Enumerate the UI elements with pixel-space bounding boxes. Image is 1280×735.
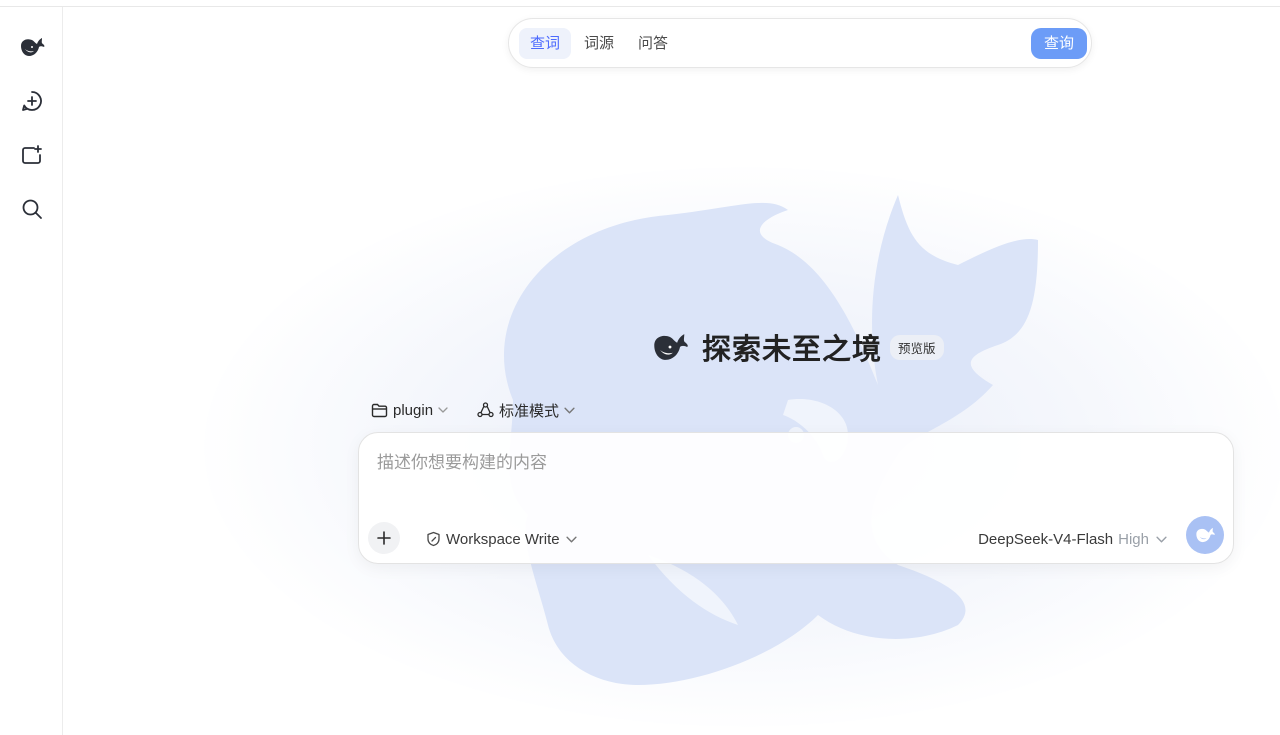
dictionary-search-button[interactable]: 查询	[1031, 28, 1087, 59]
plus-icon	[377, 531, 391, 545]
new-project-icon[interactable]	[18, 141, 46, 169]
prompt-input[interactable]	[377, 448, 1197, 478]
chevron-down-icon	[1156, 536, 1167, 542]
composer: Workspace Write DeepSeek-V4-Flash High	[358, 432, 1234, 564]
tab-etymology[interactable]: 词源	[573, 28, 625, 59]
search-icon[interactable]	[18, 195, 46, 223]
new-chat-icon[interactable]	[18, 87, 46, 115]
chevron-down-icon	[438, 407, 448, 413]
project-selector[interactable]: plugin	[371, 398, 448, 422]
folder-icon	[371, 403, 388, 417]
dictionary-bar: 查词 词源 问答 查询	[508, 18, 1092, 68]
model-selector[interactable]: DeepSeek-V4-Flash High	[978, 528, 1167, 550]
tab-qa[interactable]: 问答	[627, 28, 679, 59]
shield-edit-icon	[427, 531, 440, 547]
main-area: 查词 词源 问答 查询 探索未至之境 预览版 plugin 标准模式 描述你想要…	[64, 7, 1280, 735]
mode-selector[interactable]: 标准模式	[477, 398, 575, 422]
mode-name: 标准模式	[499, 402, 560, 420]
reasoning-effort: High	[1118, 530, 1149, 548]
permission-selector[interactable]: Workspace Write	[426, 528, 577, 550]
cycle-icon	[477, 402, 494, 418]
window-top-edge	[0, 0, 1280, 7]
permission-label: Workspace Write	[446, 530, 560, 548]
whale-logo-icon[interactable]	[18, 33, 46, 61]
hero-title: 探索未至之境	[702, 334, 883, 366]
whale-send-icon	[1196, 527, 1215, 543]
preview-badge: 预览版	[890, 334, 944, 360]
chevron-down-icon	[564, 407, 575, 413]
model-name: DeepSeek-V4-Flash	[978, 530, 1114, 548]
project-name: plugin	[393, 401, 434, 419]
hero: 探索未至之境 预览版	[650, 329, 944, 366]
whale-logo-icon	[654, 334, 688, 360]
chevron-down-icon	[566, 536, 577, 542]
attach-button[interactable]	[368, 522, 400, 554]
sidebar	[0, 7, 63, 735]
tab-lookup[interactable]: 查词	[519, 28, 572, 59]
send-button[interactable]	[1186, 516, 1224, 554]
